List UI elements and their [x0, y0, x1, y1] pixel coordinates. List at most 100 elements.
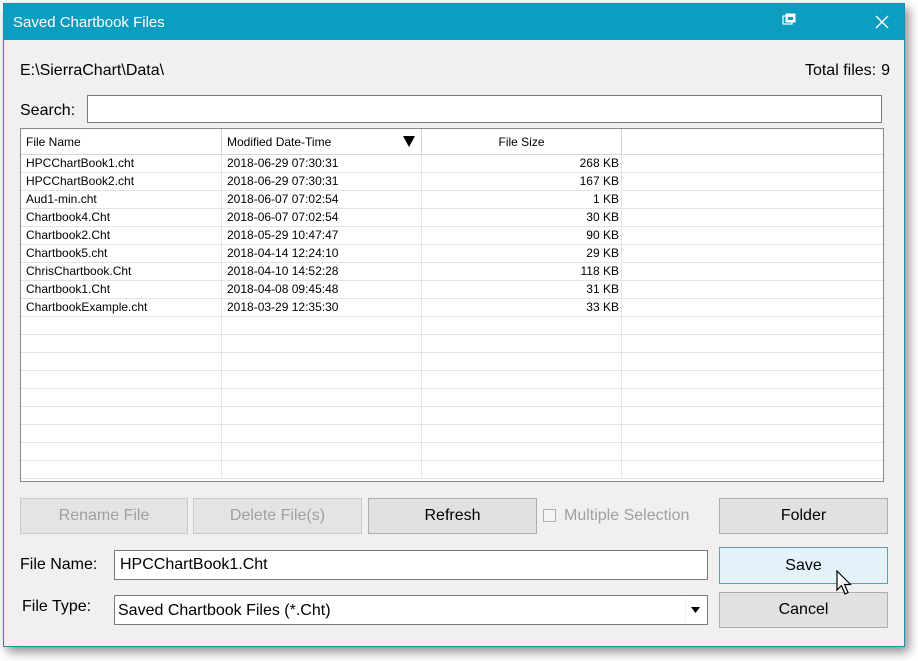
file-size-cell: 33 KB: [422, 299, 622, 316]
empty-row: [21, 371, 883, 389]
empty-row: [21, 353, 883, 371]
file-type-label: File Type:: [22, 598, 92, 615]
file-name-cell: Chartbook5.cht: [21, 245, 222, 262]
rename-file-button[interactable]: Rename File: [20, 498, 188, 534]
modified-date-cell: [222, 371, 422, 388]
empty-cell: [622, 281, 883, 298]
total-files: Total files: 9: [805, 62, 890, 80]
modified-date-cell: [222, 317, 422, 334]
modified-date-cell: 2018-03-29 12:35:30: [222, 299, 422, 316]
file-size-cell: [422, 389, 622, 406]
column-header-file-name[interactable]: File Name: [21, 129, 222, 154]
empty-row: [21, 443, 883, 461]
table-row[interactable]: Chartbook1.Cht 2018-04-08 09:45:48 31 KB: [21, 281, 883, 299]
file-size-cell: 1 KB: [422, 191, 622, 208]
empty-cell: [622, 335, 883, 352]
file-name-cell: ChartbookExample.cht: [21, 299, 222, 316]
total-files-count: 9: [881, 62, 890, 79]
multiple-selection-label: Multiple Selection: [564, 507, 690, 524]
modified-date-cell: 2018-06-07 07:02:54: [222, 209, 422, 226]
file-size-cell: [422, 443, 622, 460]
table-row[interactable]: Chartbook5.cht 2018-04-14 12:24:10 29 KB: [21, 245, 883, 263]
empty-cell: [622, 407, 883, 424]
modified-date-cell: [222, 407, 422, 424]
file-name-cell: Aud1-min.cht: [21, 191, 222, 208]
folder-path: E:\SierraChart\Data\: [20, 62, 165, 79]
file-type-value: Saved Chartbook Files (*.Cht): [118, 602, 331, 619]
modified-date-cell: 2018-06-29 07:30:31: [222, 155, 422, 172]
file-name-cell: ChrisChartbook.Cht: [21, 263, 222, 280]
checkbox-box[interactable]: [543, 509, 556, 522]
file-name-label: File Name:: [20, 556, 98, 573]
file-size-cell: [422, 461, 622, 478]
file-size-cell: 90 KB: [422, 227, 622, 244]
dropdown-arrow-icon[interactable]: [685, 599, 706, 621]
empty-cell: [622, 155, 883, 172]
file-name-cell: HPCChartBook1.cht: [21, 155, 222, 172]
search-input[interactable]: [87, 95, 882, 123]
cancel-button[interactable]: Cancel: [719, 592, 888, 628]
file-size-cell: 167 KB: [422, 173, 622, 190]
file-name-cell: Chartbook4.Cht: [21, 209, 222, 226]
table-rows: HPCChartBook1.cht 2018-06-29 07:30:31 268 …: [21, 155, 883, 479]
empty-cell: [622, 317, 883, 334]
empty-cell: [622, 371, 883, 388]
window-title: Saved Chartbook Files: [13, 14, 165, 31]
modified-date-cell: [222, 443, 422, 460]
modified-date-cell: 2018-04-10 14:52:28: [222, 263, 422, 280]
file-size-cell: [422, 335, 622, 352]
table-row[interactable]: HPCChartBook2.cht 2018-06-29 07:30:31 167 …: [21, 173, 883, 191]
search-label: Search:: [20, 102, 76, 119]
list-header: File Name Modified Date-Time File Size: [21, 129, 883, 155]
file-name-cell: [21, 461, 222, 478]
table-row[interactable]: HPCChartBook1.cht 2018-06-29 07:30:31 268 …: [21, 155, 883, 173]
folder-button[interactable]: Folder: [719, 498, 888, 534]
modified-date-cell: 2018-05-29 10:47:47: [222, 227, 422, 244]
modified-date-cell: [222, 353, 422, 370]
delete-files-button[interactable]: Delete File(s): [193, 498, 362, 534]
empty-row: [21, 461, 883, 479]
total-files-label: Total files:: [804, 62, 877, 79]
table-row[interactable]: Chartbook4.Cht 2018-06-07 07:02:54 30 KB: [21, 209, 883, 227]
empty-row: [21, 317, 883, 335]
modified-date-cell: 2018-06-29 07:30:31: [222, 173, 422, 190]
column-header-empty: [622, 129, 883, 154]
empty-cell: [622, 245, 883, 262]
column-header-modified[interactable]: Modified Date-Time: [222, 129, 422, 154]
table-row[interactable]: Chartbook2.Cht 2018-05-29 10:47:47 90 KB: [21, 227, 883, 245]
column-header-label: File Size: [498, 135, 545, 149]
table-row[interactable]: Aud1-min.cht 2018-06-07 07:02:54 1 KB: [21, 191, 883, 209]
empty-cell: [622, 389, 883, 406]
column-header-file-size[interactable]: File Size: [422, 129, 622, 154]
modified-date-cell: [222, 425, 422, 442]
file-name-cell: [21, 425, 222, 442]
empty-row: [21, 425, 883, 443]
modified-date-cell: 2018-04-14 12:24:10: [222, 245, 422, 262]
file-list[interactable]: File Name Modified Date-Time File Size H…: [20, 128, 884, 482]
empty-cell: [622, 191, 883, 208]
dialog-window: Saved Chartbook Files E:\SierraChart\Dat…: [3, 3, 905, 647]
file-name-cell: [21, 443, 222, 460]
file-type-select[interactable]: Saved Chartbook Files (*.Cht): [114, 595, 708, 625]
file-name-input[interactable]: [114, 550, 708, 580]
modified-date-cell: 2018-04-08 09:45:48: [222, 281, 422, 298]
empty-cell: [622, 173, 883, 190]
file-name-cell: [21, 389, 222, 406]
file-size-cell: 268 KB: [422, 155, 622, 172]
save-button[interactable]: Save: [719, 547, 888, 584]
close-icon: [875, 15, 889, 29]
table-row[interactable]: ChartbookExample.cht 2018-03-29 12:35:30 3…: [21, 299, 883, 317]
refresh-button[interactable]: Refresh: [368, 498, 537, 534]
title-bar[interactable]: Saved Chartbook Files: [4, 4, 904, 40]
file-name-cell: HPCChartBook2.cht: [21, 173, 222, 190]
file-size-cell: [422, 317, 622, 334]
empty-row: [21, 335, 883, 353]
empty-cell: [622, 353, 883, 370]
empty-row: [21, 389, 883, 407]
modified-date-cell: [222, 335, 422, 352]
file-size-cell: 29 KB: [422, 245, 622, 262]
table-row[interactable]: ChrisChartbook.Cht 2018-04-10 14:52:28 118…: [21, 263, 883, 281]
file-size-cell: [422, 353, 622, 370]
window-restore-icon[interactable]: [782, 13, 796, 27]
close-button[interactable]: [864, 8, 900, 36]
